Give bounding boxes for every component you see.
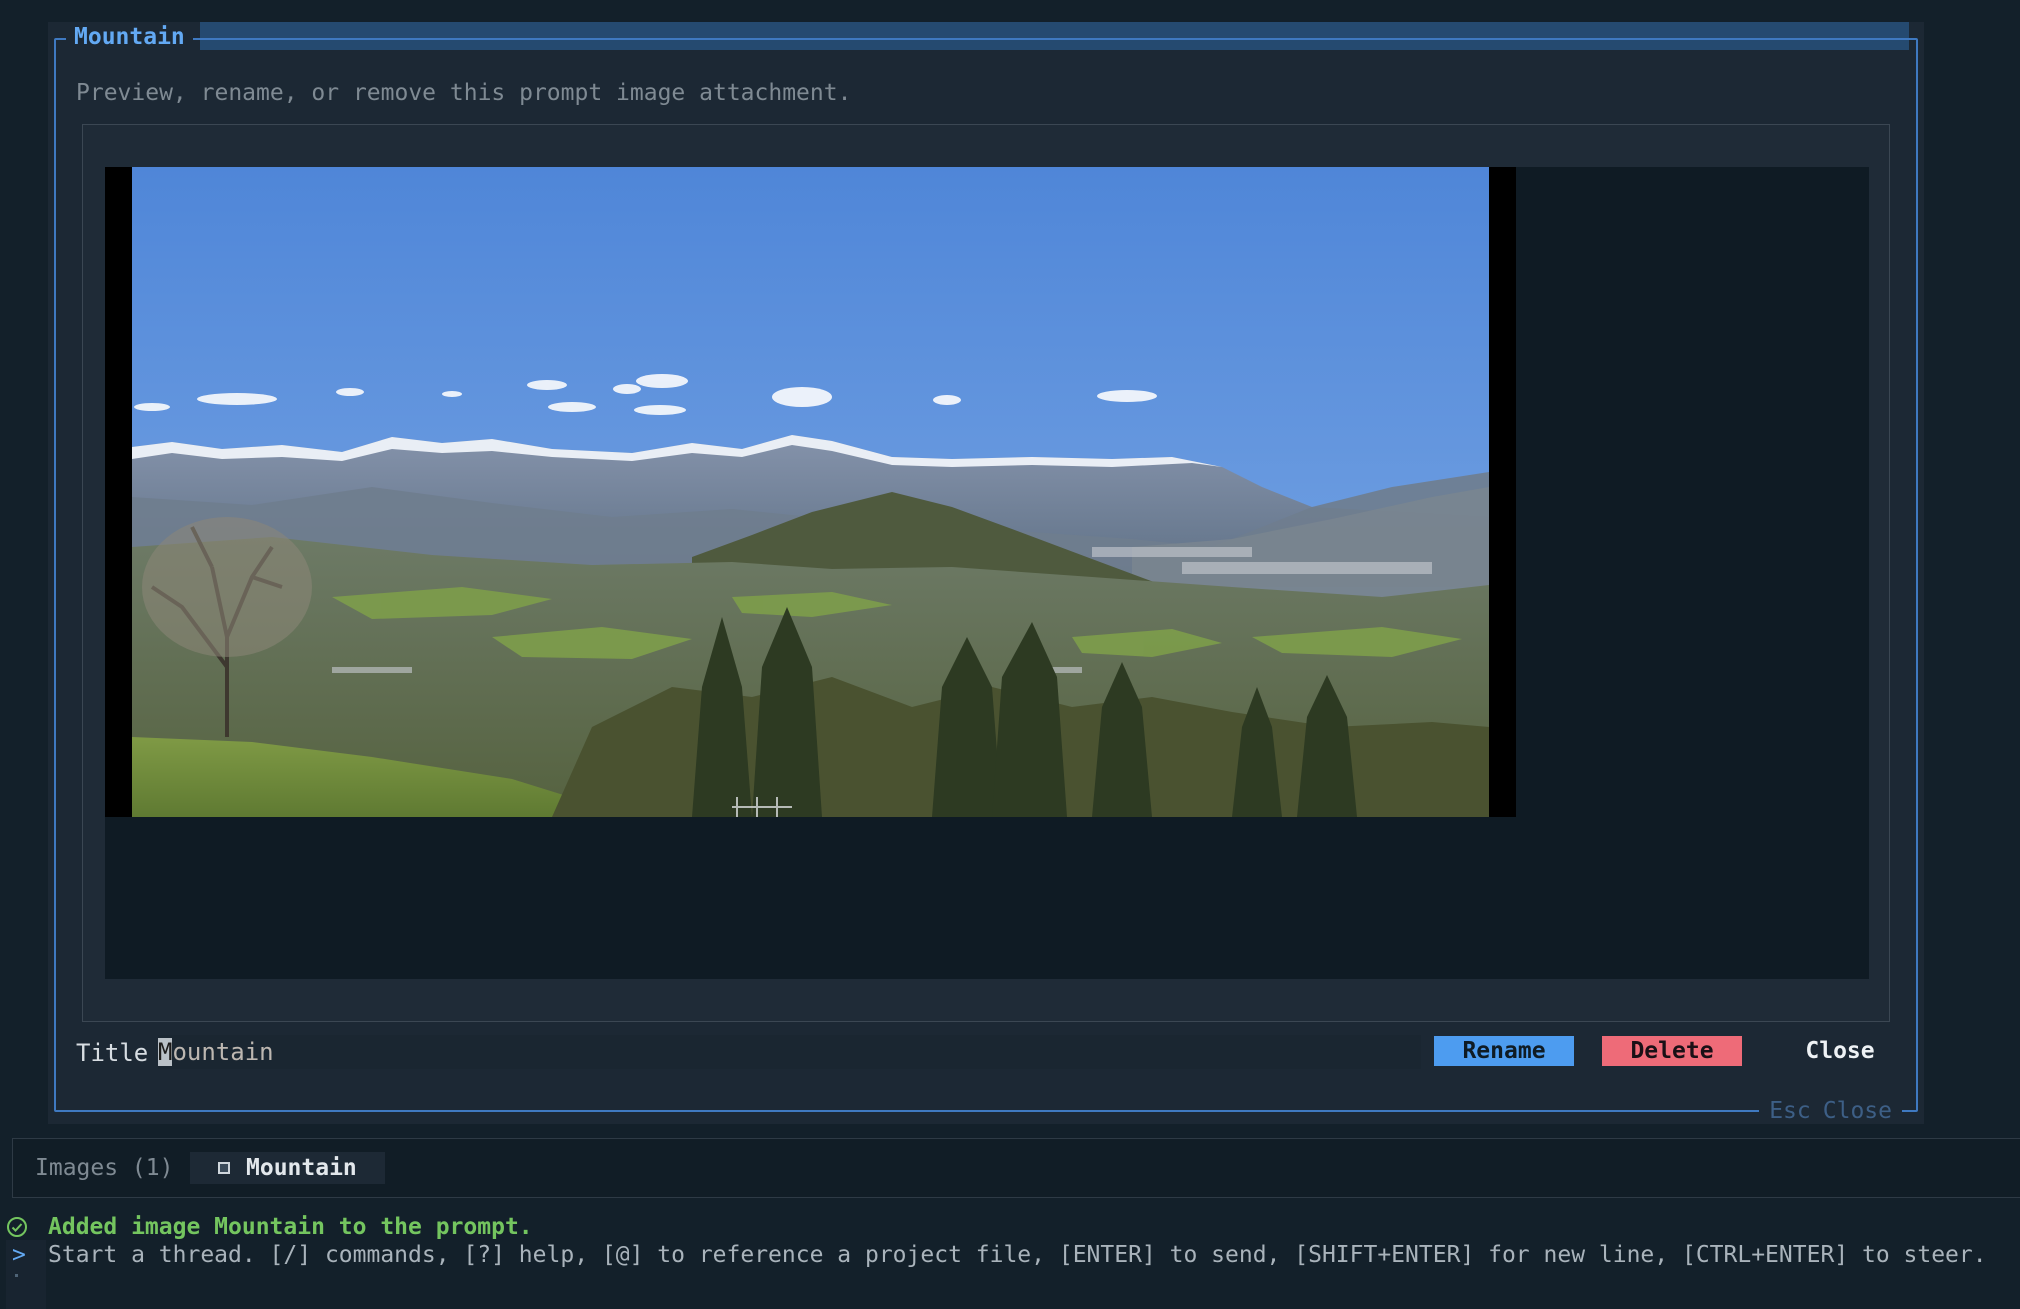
rename-button[interactable]: Rename [1434, 1036, 1574, 1066]
prompt-gutter: > [6, 1240, 46, 1309]
esc-key-label: Esc [1769, 1098, 1811, 1124]
prompt-input[interactable]: > Start a thread. [/] commands, [?] help… [0, 1240, 2020, 1309]
attachment-chip-label: Mountain [246, 1155, 357, 1181]
image-attachment-dialog: Mountain Preview, rename, or remove this… [48, 22, 1924, 1124]
image-preview-frame [82, 124, 1890, 1022]
image-preview-area [105, 167, 1869, 979]
esc-action-label: Close [1822, 1098, 1892, 1124]
attachments-bar: Images (1) Mountain [12, 1138, 2020, 1198]
title-input-value: Mountain [158, 1038, 274, 1066]
status-message: Added image Mountain to the prompt. [0, 1212, 2020, 1242]
delete-button[interactable]: Delete [1602, 1036, 1742, 1066]
image-letterbox [105, 167, 1516, 817]
check-circle-icon [7, 1217, 27, 1237]
prompt-line-marker [15, 1274, 18, 1277]
image-icon [218, 1162, 230, 1174]
prompt-caret-icon: > [12, 1242, 26, 1268]
images-count-label: Images (1) [35, 1155, 174, 1181]
close-button[interactable]: Close [1770, 1036, 1910, 1066]
title-field-label: Title [76, 1039, 149, 1067]
title-input[interactable]: Mountain [158, 1035, 1421, 1069]
dialog-subtitle: Preview, rename, or remove this prompt i… [76, 80, 852, 106]
status-text: Added image Mountain to the prompt. [48, 1214, 533, 1240]
dialog-title: Mountain [66, 22, 193, 52]
prompt-placeholder: Start a thread. [/] commands, [?] help, … [48, 1242, 1987, 1268]
escape-close-hint[interactable]: Esc Close [1759, 1098, 1902, 1124]
mountain-image-preview [132, 167, 1489, 817]
attachment-chip-mountain[interactable]: Mountain [190, 1152, 385, 1184]
